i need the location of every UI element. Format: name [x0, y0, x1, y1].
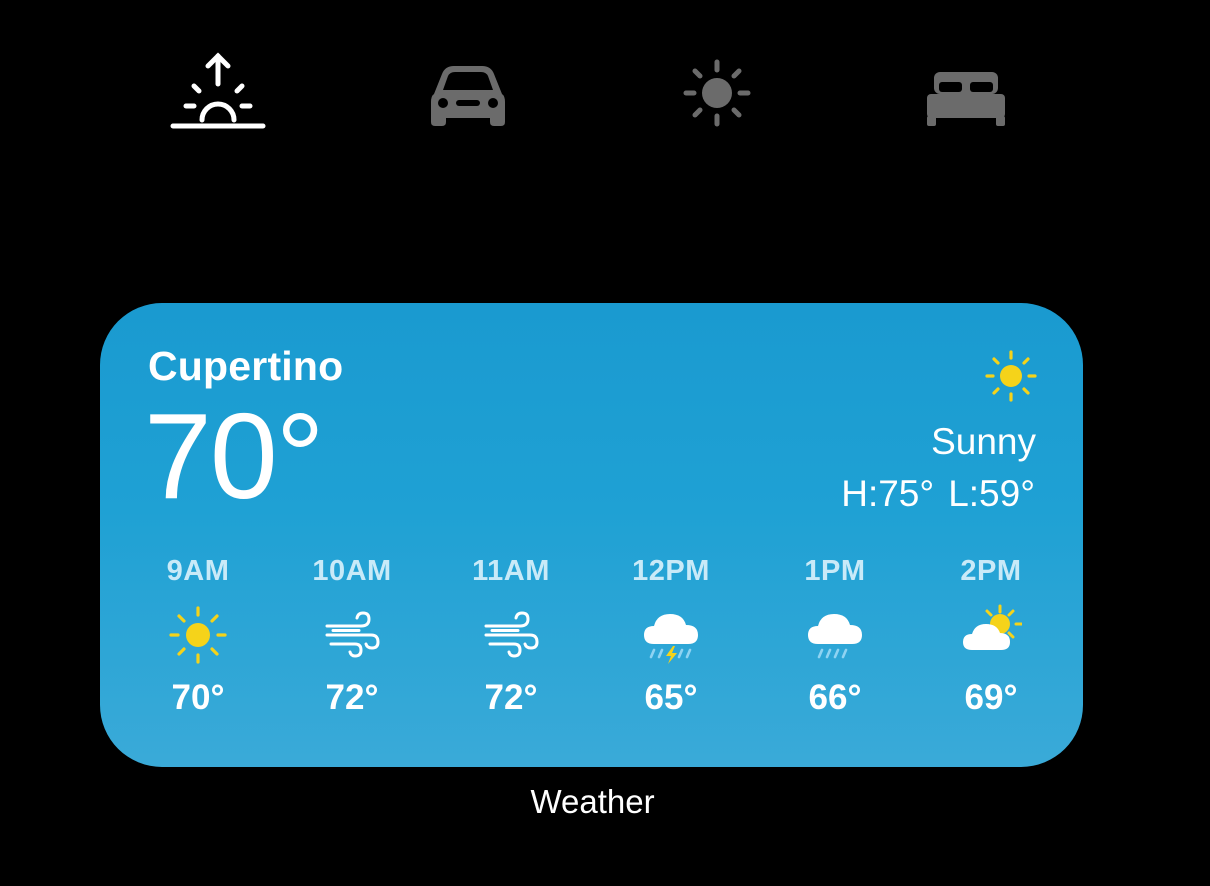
stage: Cupertino 70° Sunny H:75° L:59° 9AM 70° …: [0, 0, 1210, 886]
hourly-item: 1PM 66°: [755, 555, 915, 718]
city-name: Cupertino: [148, 343, 344, 389]
sun-icon[interactable]: [667, 50, 767, 134]
hourly-item: 9AM 70°: [118, 555, 278, 718]
condition-text: Sunny: [931, 421, 1036, 462]
hourly-item: 10AM 72°: [272, 555, 432, 718]
hour-time: 2PM: [960, 555, 1022, 587]
low-temp: L:59°: [948, 473, 1035, 514]
hour-temp: 65°: [644, 678, 698, 717]
bed-icon[interactable]: [916, 50, 1016, 134]
rain-icon: [804, 604, 866, 666]
hour-time: 10AM: [312, 555, 392, 587]
high-temp: H:75°: [841, 473, 935, 514]
car-icon[interactable]: [418, 50, 518, 134]
widget-caption: Weather: [530, 783, 655, 820]
sunrise-icon[interactable]: [168, 50, 268, 134]
hour-time: 12PM: [632, 555, 710, 587]
hour-temp: 70°: [171, 678, 225, 717]
high-low: H:75° L:59°: [841, 473, 1035, 515]
hour-temp: 72°: [484, 678, 538, 717]
hour-time: 1PM: [804, 555, 866, 587]
thunderstorm-icon: [640, 604, 702, 666]
hour-temp: 66°: [808, 678, 862, 717]
partly-cloudy-icon: [960, 604, 1022, 666]
weather-widget[interactable]: Cupertino 70° Sunny H:75° L:59° 9AM 70° …: [100, 303, 1083, 767]
hour-temp: 69°: [964, 678, 1018, 717]
wind-icon: [480, 604, 542, 666]
hourly-item: 2PM 69°: [911, 555, 1071, 718]
sun-icon: [984, 349, 1038, 403]
hour-time: 9AM: [166, 555, 230, 587]
hour-time: 11AM: [472, 555, 550, 587]
wind-icon: [321, 604, 383, 666]
current-temperature: 70°: [144, 388, 324, 524]
hourly-item: 12PM 65°: [591, 555, 751, 718]
hourly-item: 11AM 72°: [431, 555, 591, 718]
hour-temp: 72°: [325, 678, 379, 717]
sun-icon: [167, 604, 229, 666]
